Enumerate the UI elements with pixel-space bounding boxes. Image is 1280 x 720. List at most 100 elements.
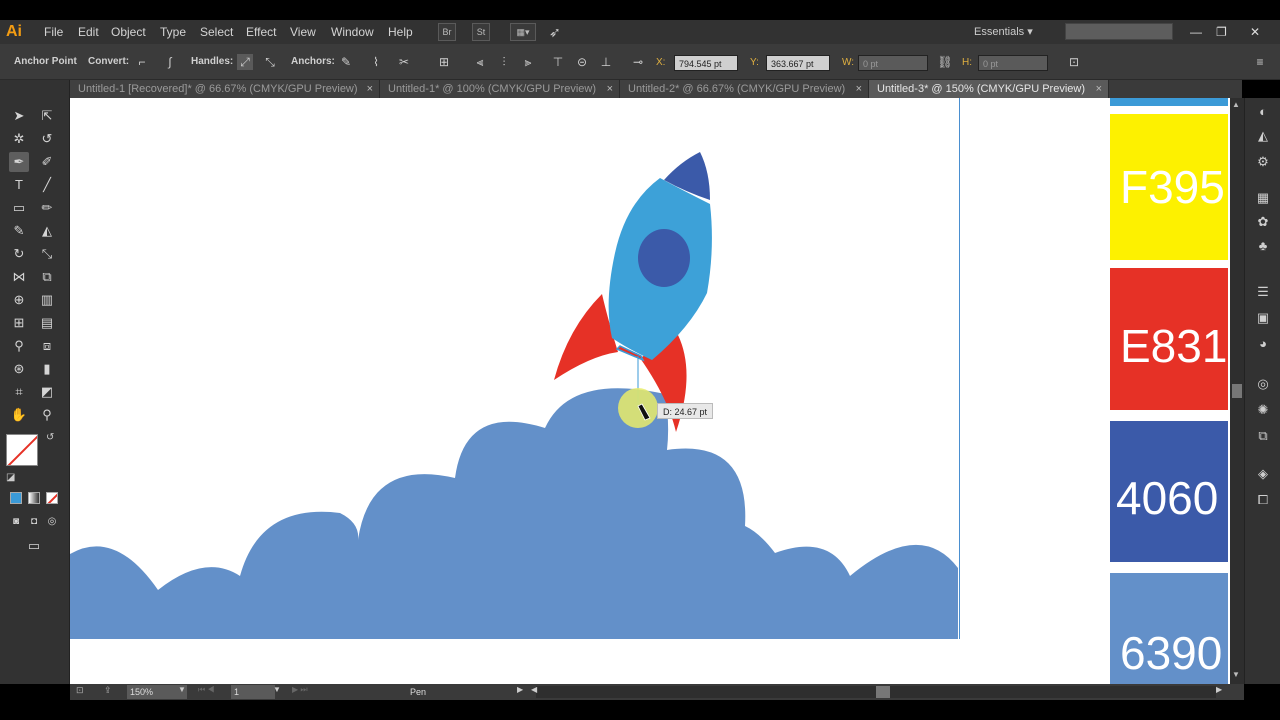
scroll-down-icon[interactable]: ▼	[1232, 670, 1242, 680]
graphic-styles-icon[interactable]: ✺	[1253, 400, 1273, 420]
menu-help[interactable]: Help	[388, 20, 413, 44]
draw-inside-icon[interactable]: ◎	[42, 512, 62, 532]
scroll-right-icon[interactable]: ▶	[1216, 685, 1222, 694]
link-proportions-icon[interactable]: ⛓	[937, 54, 953, 70]
workspace-switcher[interactable]: Essentials ▾	[974, 22, 1054, 42]
menu-window[interactable]: Window	[331, 20, 374, 44]
swap-fill-stroke-icon[interactable]: ↺	[46, 432, 58, 444]
pen-tool-icon[interactable]: ✒	[9, 152, 29, 172]
lasso-tool-icon[interactable]: ↺	[37, 129, 57, 149]
eyedropper-tool-icon[interactable]: ⚲	[9, 336, 29, 356]
transform-icon[interactable]: ⊡	[1066, 54, 1082, 70]
menu-select[interactable]: Select	[200, 20, 233, 44]
type-tool-icon[interactable]: T	[9, 175, 29, 195]
stroke-panel-icon[interactable]: ☰	[1253, 282, 1273, 302]
artboard-number-field[interactable]: 1	[231, 685, 275, 699]
appearance-panel-icon[interactable]: ◎	[1253, 374, 1273, 394]
minimize-button[interactable]: —	[1190, 20, 1202, 44]
help-search-input[interactable]	[1065, 23, 1173, 40]
width-tool-icon[interactable]: ⋈	[9, 267, 29, 287]
hide-handles-icon[interactable]: ⤡	[262, 54, 278, 70]
close-button[interactable]: ✕	[1250, 20, 1260, 44]
none-mode-icon[interactable]	[46, 492, 58, 504]
paintbrush-tool-icon[interactable]: ✏	[37, 198, 57, 218]
align-middle-icon[interactable]: ⊝	[574, 54, 590, 70]
color-mode-icon[interactable]	[10, 492, 22, 504]
canvas[interactable]: F395 E831 4060 6390 D: 24.67 pt	[70, 98, 1230, 684]
vertical-scrollbar[interactable]: ▲ ▼	[1230, 98, 1244, 684]
swatches-panel-icon[interactable]: ▦	[1253, 188, 1273, 208]
menu-edit[interactable]: Edit	[78, 20, 99, 44]
panel-menu-icon[interactable]: ≡	[1252, 54, 1268, 70]
rotate-view-icon[interactable]: ⊡	[76, 685, 84, 696]
w-field[interactable]: 0 pt	[858, 55, 928, 71]
tab-untitled-1[interactable]: Untitled-1* @ 100% (CMYK/GPU Preview) ×	[380, 80, 620, 98]
bridge-button[interactable]: Br	[438, 23, 456, 41]
column-graph-tool-icon[interactable]: ▮	[37, 359, 57, 379]
scroll-up-icon[interactable]: ▲	[1232, 100, 1242, 110]
horizontal-scrollbar[interactable]	[536, 686, 1216, 698]
isolate-icon[interactable]: ⊞	[436, 54, 452, 70]
menu-type[interactable]: Type	[160, 20, 186, 44]
default-colors-icon[interactable]: ◪	[6, 472, 18, 484]
cut-path-icon[interactable]: ✂	[396, 54, 412, 70]
show-handles-icon[interactable]: ⤢	[237, 54, 253, 70]
align-left-icon[interactable]: ⫷	[472, 54, 488, 70]
screen-mode-icon[interactable]: ▭	[22, 536, 46, 556]
asset-export-icon[interactable]: ⧉	[1253, 426, 1273, 446]
artboard-tool-icon[interactable]: ⌗	[9, 382, 29, 402]
draw-normal-icon[interactable]: ◙	[6, 512, 26, 532]
color-guide-icon[interactable]: ◭	[1253, 126, 1273, 146]
status-menu-icon[interactable]: ▶	[517, 685, 523, 694]
gradient-panel-icon[interactable]: ▣	[1253, 308, 1273, 328]
align-bottom-icon[interactable]: ⊥	[598, 54, 614, 70]
tab-close-icon[interactable]: ×	[1096, 80, 1102, 98]
remove-anchor-icon[interactable]: ✎	[338, 54, 354, 70]
shape-builder-tool-icon[interactable]: ⊕	[9, 290, 29, 310]
tab-untitled-1-recovered[interactable]: Untitled-1 [Recovered]* @ 66.67% (CMYK/G…	[70, 80, 380, 98]
magic-wand-tool-icon[interactable]: ✲	[9, 129, 29, 149]
scale-tool-icon[interactable]: ⤡	[37, 244, 57, 264]
scroll-thumb[interactable]	[1232, 384, 1242, 398]
align-top-icon[interactable]: ⊤	[550, 54, 566, 70]
y-field[interactable]: 363.667 pt	[766, 55, 830, 71]
draw-behind-icon[interactable]: ◘	[24, 512, 44, 532]
x-field[interactable]: 794.545 pt	[674, 55, 738, 71]
gradient-mode-icon[interactable]	[28, 492, 40, 504]
zoom-dropdown-icon[interactable]: ▼	[178, 685, 186, 694]
color-panel-icon[interactable]: ◐	[1253, 102, 1273, 122]
tab-close-icon[interactable]: ×	[607, 80, 613, 98]
slice-tool-icon[interactable]: ◩	[37, 382, 57, 402]
artboard-dropdown-icon[interactable]: ▼	[273, 685, 281, 694]
rotate-tool-icon[interactable]: ↻	[9, 244, 29, 264]
brushes-panel-icon[interactable]: ✿	[1253, 212, 1273, 232]
menu-file[interactable]: File	[44, 20, 63, 44]
layers-panel-icon[interactable]: ◈	[1253, 464, 1273, 484]
menu-effect[interactable]: Effect	[246, 20, 276, 44]
convert-corner-icon[interactable]: ⌐	[134, 54, 150, 70]
selection-tool-icon[interactable]: ➤	[9, 106, 29, 126]
mesh-tool-icon[interactable]: ⊞	[9, 313, 29, 333]
zoom-tool-icon[interactable]: ⚲	[37, 405, 57, 425]
line-tool-icon[interactable]: ╱	[37, 175, 57, 195]
gradient-tool-icon[interactable]: ▤	[37, 313, 57, 333]
tab-close-icon[interactable]: ×	[367, 80, 373, 98]
h-field[interactable]: 0 pt	[978, 55, 1048, 71]
reference-point-icon[interactable]: ⊸	[630, 54, 646, 70]
tab-untitled-3[interactable]: Untitled-3* @ 150% (CMYK/GPU Preview) ×	[869, 80, 1109, 98]
symbol-sprayer-tool-icon[interactable]: ⊛	[9, 359, 29, 379]
menu-view[interactable]: View	[290, 20, 316, 44]
curvature-tool-icon[interactable]: ✐	[37, 152, 57, 172]
eraser-tool-icon[interactable]: ◭	[37, 221, 57, 241]
first-artboard-icon[interactable]: ⏮ ◀	[198, 685, 215, 695]
transparency-panel-icon[interactable]: ◕	[1253, 334, 1273, 354]
free-transform-tool-icon[interactable]: ⧉	[37, 267, 57, 287]
menu-object[interactable]: Object	[111, 20, 146, 44]
tab-untitled-2[interactable]: Untitled-2* @ 66.67% (CMYK/GPU Preview) …	[620, 80, 869, 98]
connect-anchors-icon[interactable]: ⌇	[368, 54, 384, 70]
share-icon[interactable]: ⇪	[104, 685, 112, 696]
stock-button[interactable]: St	[472, 23, 490, 41]
convert-smooth-icon[interactable]: ∫	[162, 54, 178, 70]
symbols-panel-icon[interactable]: ♣	[1253, 236, 1273, 256]
tab-close-icon[interactable]: ×	[856, 80, 862, 98]
